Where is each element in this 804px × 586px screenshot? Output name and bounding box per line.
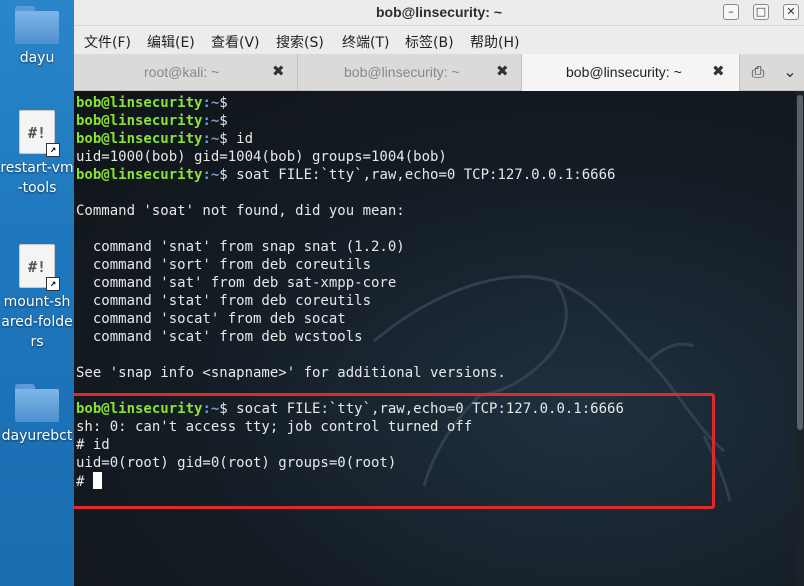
desktop-icon-dayu[interactable]: dayu [0, 6, 74, 68]
menu-help[interactable]: 帮助(H) [470, 32, 519, 52]
prompt-user: bob@linsecurity [76, 167, 203, 183]
desktop-icon-label: dayu [19, 50, 55, 66]
prompt-user: bob@linsecurity [76, 113, 203, 129]
prompt-sign: $ [219, 167, 228, 183]
terminal-output-line: command 'socat' from deb socat [76, 311, 346, 327]
terminal-output-line: command 'scat' from deb wcstools [76, 329, 363, 345]
new-tab-icon[interactable]: ⎙ [748, 62, 768, 82]
terminal-output[interactable]: bob@linsecurity:~$ bob@linsecurity:~$ bob@… [74, 91, 804, 586]
prompt-sign: $ [219, 131, 228, 147]
folder-icon [15, 384, 59, 422]
desktop-icon-label: mount-shared-folders [1, 294, 73, 350]
prompt-user: bob@linsecurity [76, 95, 203, 111]
scrollbar-thumb[interactable] [797, 95, 803, 430]
terminal-window: bob@linsecurity: ~ – □ ✕ 文件(F) 编辑(E) 查看(… [74, 0, 804, 586]
terminal-output-line: Command 'soat' not found, did you mean: [76, 203, 405, 219]
window-title: bob@linsecurity: ~ [375, 4, 503, 20]
chevron-down-icon[interactable]: ⌄ [782, 60, 798, 84]
tab-label: bob@linsecurity: ~ [566, 64, 682, 80]
terminal-output-line: See 'snap info <snapname>' for additiona… [76, 365, 506, 381]
prompt-command: soat FILE:`tty`,raw,echo=0 TCP:127.0.0.1… [227, 167, 616, 183]
close-tab-icon[interactable]: ✖ [272, 62, 285, 80]
prompt-path: :~ [202, 113, 220, 129]
menu-bar: 文件(F) 编辑(E) 查看(V) 搜索(S) 终端(T) 标签(B) 帮助(H… [74, 26, 804, 54]
close-tab-icon[interactable]: ✖ [712, 62, 725, 80]
script-icon: #! ↗ [19, 244, 60, 291]
terminal-prompt-line: bob@linsecurity:~$ id [76, 130, 253, 148]
desktop-icon-dayurebct[interactable]: dayurebct [0, 384, 74, 446]
tab-label: bob@linsecurity: ~ [344, 64, 460, 80]
terminal-scrollbar[interactable] [796, 91, 804, 586]
prompt-user: bob@linsecurity [76, 131, 203, 147]
menu-search[interactable]: 搜索(S) [276, 32, 324, 52]
highlight-box [74, 393, 715, 509]
folder-icon [15, 6, 59, 44]
menu-terminal[interactable]: 终端(T) [342, 32, 389, 52]
prompt-sign: $ [219, 95, 228, 111]
terminal-prompt-line: bob@linsecurity:~$ [76, 94, 228, 112]
desktop-icon-mount-shared-folders[interactable]: #! ↗ mount-shared-folders [0, 244, 74, 352]
desktop-icon-restart-vm-tools[interactable]: #! ↗ restart-vm-tools [0, 110, 74, 198]
terminal-prompt-line: bob@linsecurity:~$ soat FILE:`tty`,raw,e… [76, 166, 615, 184]
tab-bar: root@kali: ~ ✖ bob@linsecurity: ~ ✖ bob@… [74, 54, 804, 91]
tab-bob-linsecurity-1[interactable]: bob@linsecurity: ~ ✖ [298, 54, 522, 91]
tab-root-kali[interactable]: root@kali: ~ ✖ [74, 54, 298, 91]
terminal-output-line: command 'sort' from deb coreutils [76, 257, 372, 273]
terminal-output-line: command 'snat' from snap snat (1.2.0) [76, 239, 405, 255]
terminal-output-line: command 'sat' from deb sat-xmpp-core [76, 275, 397, 291]
menu-file[interactable]: 文件(F) [84, 32, 131, 52]
desktop-icon-label: dayurebct [1, 428, 73, 444]
menu-tabs[interactable]: 标签(B) [405, 32, 454, 52]
desktop: dayu #! ↗ restart-vm-tools #! ↗ mount-shar… [0, 0, 74, 586]
title-bar[interactable]: bob@linsecurity: ~ – □ ✕ [74, 0, 804, 26]
terminal-prompt-line: bob@linsecurity:~$ [76, 112, 228, 130]
close-button[interactable]: ✕ [783, 4, 799, 20]
menu-view[interactable]: 查看(V) [211, 32, 260, 52]
close-tab-icon[interactable]: ✖ [496, 62, 509, 80]
prompt-path: :~ [202, 131, 220, 147]
terminal-output-line: uid=1000(bob) gid=1004(bob) groups=1004(… [76, 149, 447, 165]
desktop-icon-label: restart-vm-tools [0, 160, 74, 196]
prompt-path: :~ [202, 95, 220, 111]
menu-edit[interactable]: 编辑(E) [147, 32, 195, 52]
maximize-button[interactable]: □ [753, 4, 769, 20]
prompt-sign: $ [219, 113, 228, 129]
script-icon: #! ↗ [19, 110, 60, 157]
prompt-path: :~ [202, 167, 220, 183]
minimize-button[interactable]: – [723, 4, 739, 20]
tab-label: root@kali: ~ [144, 64, 220, 80]
terminal-output-line: command 'stat' from deb coreutils [76, 293, 372, 309]
prompt-command: id [227, 131, 254, 147]
tab-bob-linsecurity-2[interactable]: bob@linsecurity: ~ ✖ [522, 54, 740, 91]
